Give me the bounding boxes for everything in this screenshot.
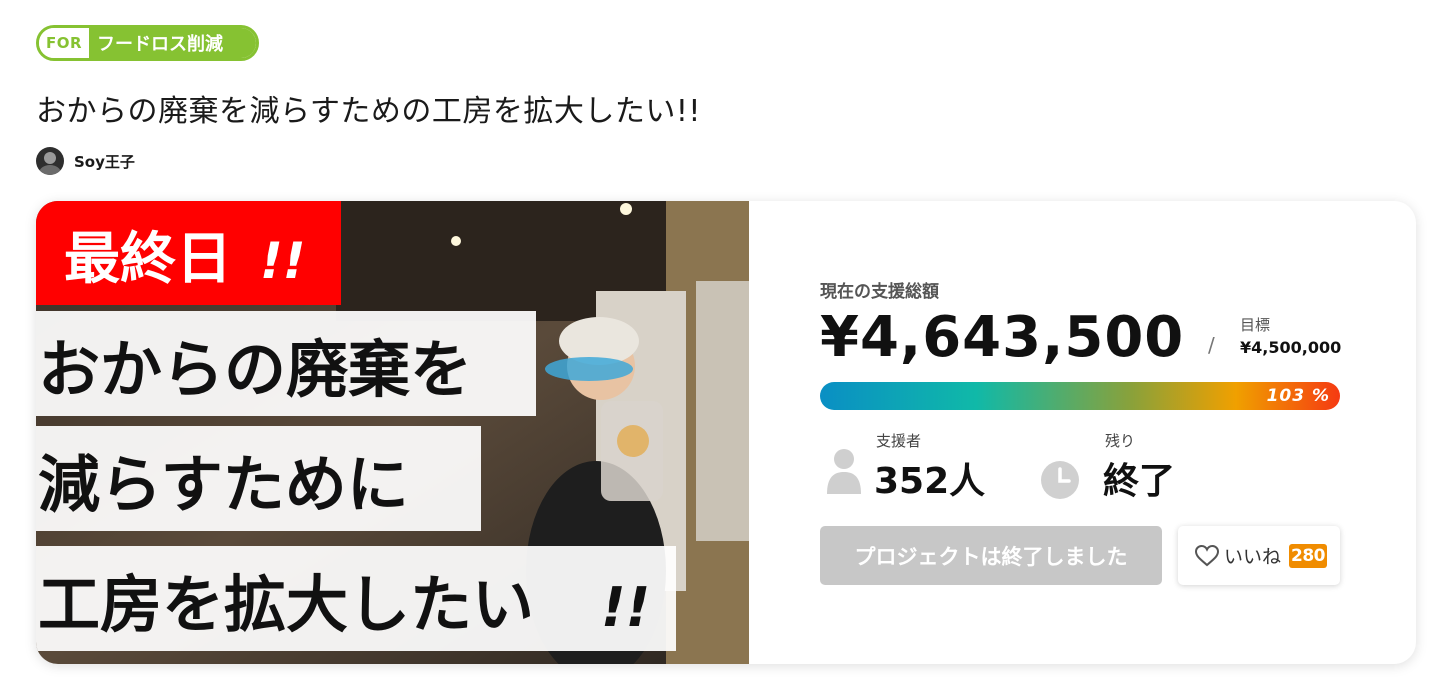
funding-stats: 現在の支援総額 ¥4,643,500 / 目標 ¥4,500,000 103 %… [820,201,1360,664]
thumbnail-badge-mark: !! [260,232,306,290]
category-tag[interactable]: FOR フードロス削減 [36,25,259,61]
funding-progress-bar: 103 % [820,382,1340,410]
heart-icon [1194,544,1220,566]
remaining-label: 残り [1105,432,1136,450]
supporters-label: 支援者 [876,432,922,450]
remaining-value: 終了 [1103,461,1176,502]
project-thumbnail[interactable]: 最終日 !! おからの廃棄を 減らすために 工房を拡大したい !! [36,201,749,664]
amount-separator: / [1208,333,1215,357]
progress-fill [820,382,1340,410]
thumbnail-line-2: 減らすために [38,448,409,521]
person-icon [827,449,861,494]
tag-label: フードロス削減 [89,28,256,58]
current-amount-label: 現在の支援総額 [820,282,939,302]
avatar [36,147,64,175]
goal-amount: ¥4,500,000 [1240,338,1342,357]
tag-prefix: FOR [39,28,89,58]
project-card: 最終日 !! おからの廃棄を 減らすために 工房を拡大したい !! 現在の支援総… [36,201,1416,664]
progress-percent: 103 % [1266,386,1330,406]
current-amount: ¥4,643,500 [820,305,1185,370]
like-button[interactable]: いいね 280 [1178,526,1340,585]
clock-icon [1041,461,1079,499]
thumbnail-line-3: 工房を拡大したい [38,568,534,641]
project-ended-button[interactable]: プロジェクトは終了しました [820,526,1162,585]
supporters-value: 352人 [874,461,986,502]
thumbnail-line-3-mark: !! [601,576,650,639]
project-title: おからの廃棄を減らすための工房を拡大したい!! [36,94,701,129]
owner-link[interactable]: Soy王子 [36,147,135,175]
goal-label: 目標 [1240,316,1271,334]
like-label: いいね [1224,546,1282,568]
thumbnail-image: 最終日 !! おからの廃棄を 減らすために 工房を拡大したい !! [36,201,749,664]
like-count-badge: 280 [1289,543,1328,568]
thumbnail-badge-text: 最終日 [64,227,232,292]
owner-name: Soy王子 [74,152,135,171]
thumbnail-line-1: おからの廃棄を [38,333,472,406]
